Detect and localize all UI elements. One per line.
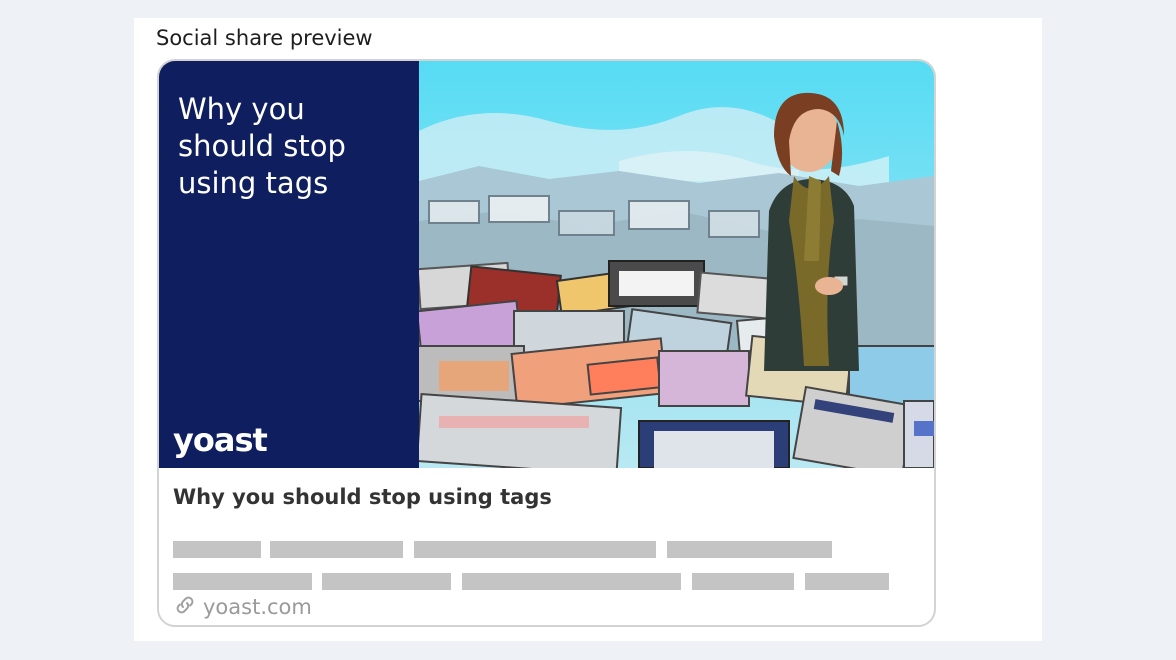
skeleton-block (692, 573, 794, 590)
yoast-logo: yoast (173, 421, 268, 459)
skeleton-block (462, 573, 681, 590)
share-card[interactable]: Why you should stop using tags yoast Why… (157, 59, 936, 627)
panel-title: Social share preview (156, 26, 373, 50)
card-body: Why you should stop using tags yoast.com (173, 485, 923, 619)
social-preview-panel: Social share preview Why you should stop… (134, 18, 1042, 641)
hero-headline: Why you should stop using tags (178, 92, 346, 200)
post-title[interactable]: Why you should stop using tags (173, 485, 923, 509)
hero-illustration (419, 61, 934, 468)
skeleton-block (270, 541, 403, 558)
site-url: yoast.com (203, 595, 312, 619)
hero-text-block: Why you should stop using tags yoast (159, 61, 419, 468)
link-icon (173, 593, 197, 621)
site-link[interactable]: yoast.com (173, 593, 312, 621)
skeleton-block (414, 541, 656, 558)
skeleton-block (805, 573, 889, 590)
hero-image: Why you should stop using tags yoast (159, 61, 934, 468)
skeleton-block (667, 541, 832, 558)
skeleton-block (173, 541, 261, 558)
skeleton-block (173, 573, 312, 590)
skeleton-block (322, 573, 451, 590)
